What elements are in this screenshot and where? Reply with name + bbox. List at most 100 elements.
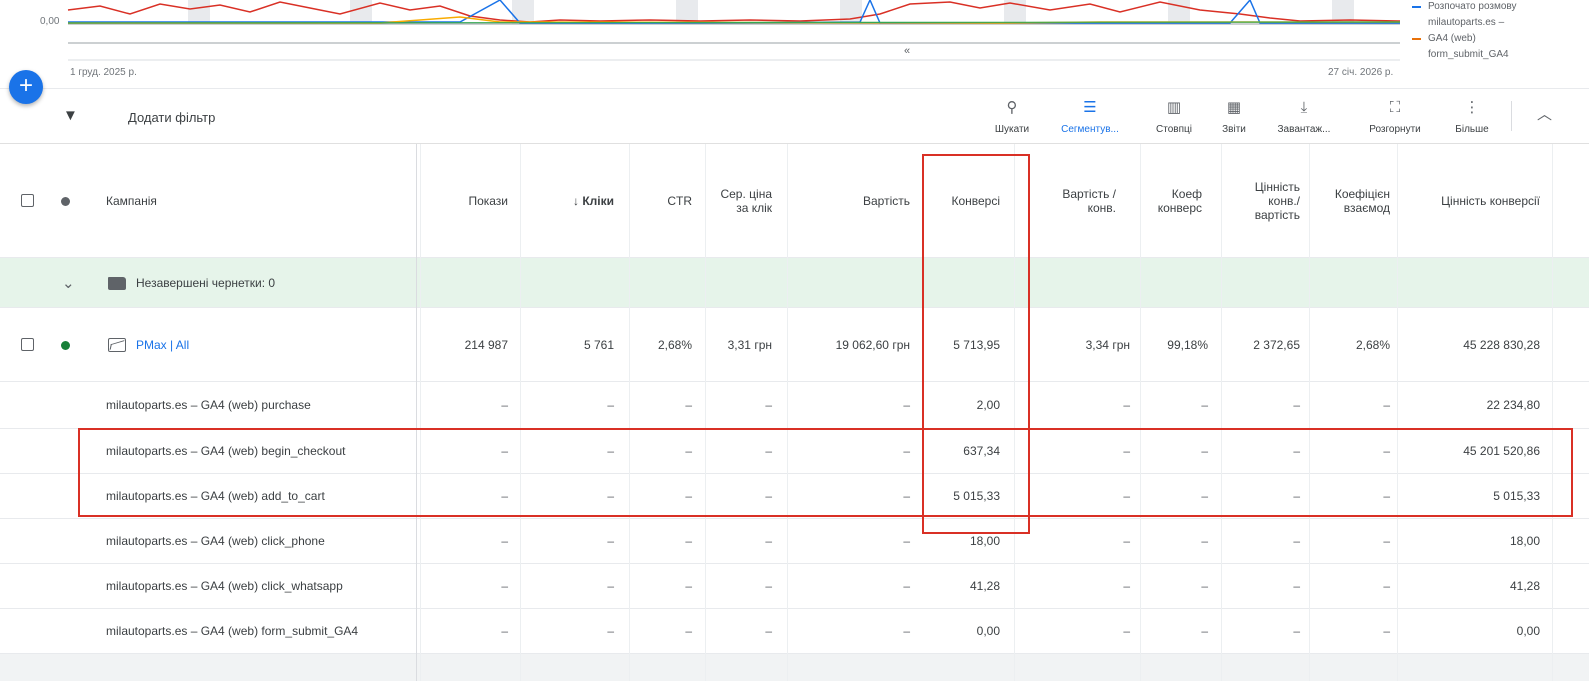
select-all-checkbox[interactable] — [21, 194, 34, 207]
frozen-column-divider — [416, 144, 417, 681]
columns-tool-button[interactable]: ▥ Стовпці — [1150, 97, 1198, 135]
cell-avg-cpc: – — [765, 444, 772, 458]
col-header-clicks[interactable]: ↓ Кліки — [520, 144, 614, 257]
col-header-interaction-rate[interactable]: Коефіцієн взаємод — [1316, 144, 1390, 257]
conversion-action-name: milautoparts.es – GA4 (web) begin_checko… — [106, 444, 346, 458]
cell-interaction-rate: – — [1383, 579, 1390, 593]
cell-cost: – — [903, 489, 910, 503]
folder-icon — [108, 277, 126, 290]
cell-cost: – — [903, 579, 910, 593]
cell-value-per-cost: – — [1293, 444, 1300, 458]
cell-clicks: – — [607, 579, 614, 593]
more-tool-button[interactable]: ⋮ Більше — [1448, 97, 1496, 135]
column-divider — [787, 144, 788, 681]
drafts-group-row[interactable]: ⌄ Незавершені чернетки: 0 — [0, 258, 1589, 308]
cell-avg-cpc: – — [765, 489, 772, 503]
segment-tool-button[interactable]: ☰ Сегментув... — [1058, 97, 1122, 135]
status-enabled-dot[interactable] — [61, 341, 70, 350]
chart-y-axis-label: 0,00 — [40, 16, 60, 27]
conversion-action-name: milautoparts.es – GA4 (web) click_whatsa… — [106, 579, 343, 593]
cell-cost: – — [903, 398, 910, 412]
cell-cost-per-conv: – — [1123, 579, 1130, 593]
cell-conv-value: 45 201 520,86 — [1463, 444, 1540, 458]
expand-tool-button[interactable]: ⛶ Розгорнути — [1362, 97, 1428, 135]
campaign-name-cell: PMax | All — [108, 308, 408, 381]
fullscreen-icon: ⛶ — [1389, 99, 1401, 116]
column-divider — [1397, 144, 1398, 681]
column-divider — [420, 144, 421, 681]
cell-conversions: 637,34 — [963, 444, 1000, 458]
cell-avg-cpc: – — [765, 534, 772, 548]
table-row-partial — [0, 654, 1589, 681]
chart-range-handle[interactable]: « — [904, 45, 910, 57]
cell-ctr: – — [685, 579, 692, 593]
col-header-value-per-cost[interactable]: Цінність конв./ вартість — [1226, 144, 1300, 257]
cell-clicks: – — [607, 444, 614, 458]
col-header-cost[interactable]: Вартість — [790, 144, 910, 257]
tool-label: Сегментув... — [1061, 124, 1119, 135]
cell-ctr: – — [685, 534, 692, 548]
filter-icon[interactable]: ▼ — [63, 107, 78, 124]
cell-clicks: 5 761 — [583, 337, 614, 352]
cell-conv-value: 22 234,80 — [1486, 398, 1540, 412]
col-header-conversions[interactable]: Конверсі — [930, 144, 1000, 257]
col-header-avg-cpc[interactable]: Сер. ціна за клік — [712, 144, 772, 257]
column-divider — [705, 144, 706, 681]
cell-cost-per-conv: 3,34 грн — [1085, 337, 1130, 352]
legend-item[interactable]: form_submit_GA4 — [1412, 48, 1582, 62]
cell-cost-per-conv: – — [1123, 624, 1130, 638]
series-line-red — [67, 1, 1401, 23]
cell-conv-rate: – — [1201, 624, 1208, 638]
legend-label: form_submit_GA4 — [1428, 49, 1509, 60]
download-tool-button[interactable]: ⤓ Завантаж... — [1270, 97, 1338, 135]
cell-conv-rate: – — [1201, 534, 1208, 548]
cell-impressions: 214 987 — [464, 337, 508, 352]
cell-impressions: – — [501, 534, 508, 548]
cell-ctr: – — [685, 624, 692, 638]
table-toolbar: ▼ Додати фільтр ⚲ Шукати ☰ Сегментув... … — [0, 88, 1589, 144]
cell-interaction-rate: – — [1383, 489, 1390, 503]
row-checkbox[interactable] — [21, 338, 34, 351]
cell-ctr: – — [685, 444, 692, 458]
create-fab-button[interactable]: + — [9, 70, 43, 104]
table-header-row: Кампанія Покази ↓ Кліки CTR Сер. ціна за… — [0, 144, 1589, 258]
search-tool-button[interactable]: ⚲ Шукати — [988, 97, 1036, 135]
cell-impressions: – — [501, 444, 508, 458]
add-filter-button[interactable]: Додати фільтр — [128, 110, 215, 125]
performance-chart: 0,00 « 1 груд. 2025 р. 27 січ. 2026 р. Р… — [0, 0, 1589, 88]
cell-impressions: – — [501, 489, 508, 503]
campaign-table: Кампанія Покази ↓ Кліки CTR Сер. ціна за… — [0, 144, 1589, 681]
legend-item[interactable]: milautoparts.es – — [1412, 16, 1582, 30]
chevron-up-icon[interactable]: ︿ — [1537, 103, 1552, 124]
chevron-down-icon[interactable]: ⌄ — [62, 258, 75, 307]
cell-cost: – — [903, 534, 910, 548]
col-header-impressions[interactable]: Покази — [420, 144, 508, 257]
column-divider — [1140, 144, 1141, 681]
cell-conv-value: 41,28 — [1509, 579, 1540, 593]
segment-icon: ☰ — [1083, 99, 1097, 116]
cell-conv-rate: 99,18% — [1167, 337, 1208, 352]
col-header-conv-value[interactable]: Цінність конверсії — [1404, 144, 1540, 257]
col-header-conv-rate[interactable]: Коеф конверс — [1148, 144, 1202, 257]
toolbar-divider — [1511, 101, 1512, 131]
reports-tool-button[interactable]: ▦ Звіти — [1216, 97, 1252, 135]
campaign-name-link[interactable]: PMax | All — [136, 338, 189, 352]
legend-item[interactable]: GA4 (web) — [1412, 32, 1582, 46]
cell-conversions: 0,00 — [976, 624, 1000, 638]
status-header-dot — [61, 197, 70, 206]
col-header-cost-per-conv[interactable]: Вартість / конв. — [1040, 144, 1116, 257]
col-header-campaign[interactable]: Кампанія — [106, 144, 406, 257]
table-row: milautoparts.es – GA4 (web) form_submit_… — [0, 609, 1589, 654]
col-header-ctr[interactable]: CTR — [630, 144, 692, 257]
conversion-action-name: milautoparts.es – GA4 (web) purchase — [106, 398, 311, 412]
conversion-action-name: milautoparts.es – GA4 (web) add_to_cart — [106, 489, 325, 503]
legend-item[interactable]: Розпочато розмову — [1412, 0, 1582, 14]
cell-avg-cpc: – — [765, 398, 772, 412]
legend-swatch-orange — [1412, 38, 1421, 40]
tool-label: Розгорнути — [1369, 124, 1421, 135]
cell-value-per-cost: 2 372,65 — [1253, 337, 1300, 352]
cell-conv-rate: – — [1201, 398, 1208, 412]
cell-impressions: – — [501, 624, 508, 638]
legend-label: milautoparts.es – — [1428, 17, 1505, 28]
legend-swatch-blue — [1412, 6, 1421, 8]
